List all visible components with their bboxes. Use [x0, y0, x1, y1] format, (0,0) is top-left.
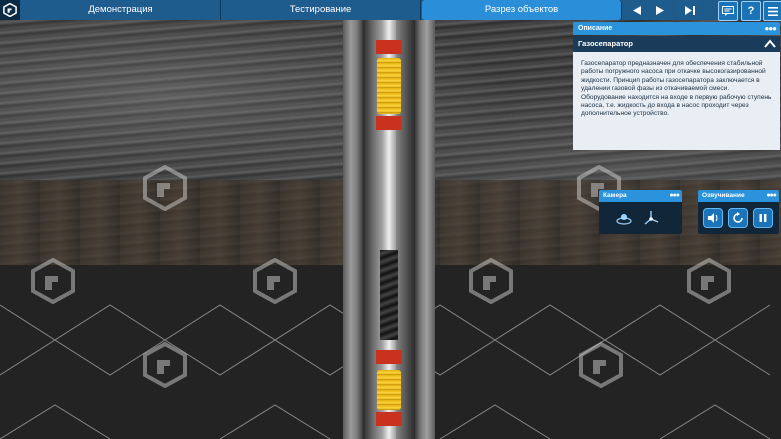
camera-panel-header: Камера ●●●: [599, 190, 682, 202]
sound-icon[interactable]: [703, 208, 723, 228]
watermark-logo-icon: [31, 258, 75, 304]
watermark-logo-icon: [469, 258, 513, 304]
orbit-camera-icon[interactable]: [614, 208, 634, 228]
tab-objects-section[interactable]: Разрез объектов: [422, 0, 622, 20]
prev-icon[interactable]: [625, 0, 649, 20]
axis-camera-icon[interactable]: [641, 208, 661, 228]
camera-panel-label: Камера: [603, 192, 627, 199]
last-icon[interactable]: [678, 0, 702, 20]
voice-panel-header: Озвучивание ●●●: [698, 190, 779, 202]
red-coupling: [376, 40, 402, 54]
more-options-icon[interactable]: ●●●: [765, 22, 777, 35]
watermark-logo-icon: [579, 342, 623, 388]
gas-separator-part[interactable]: [377, 370, 401, 410]
replay-icon[interactable]: [728, 208, 748, 228]
watermark-logo-icon: [143, 342, 187, 388]
tab-demonstration[interactable]: Демонстрация: [21, 0, 221, 20]
red-coupling: [376, 412, 402, 426]
more-options-icon[interactable]: ●●●: [669, 190, 680, 202]
description-title-bar[interactable]: Газосепаратор: [573, 36, 780, 52]
watermark-logo-icon: [687, 258, 731, 304]
more-options-icon[interactable]: ●●●: [766, 190, 777, 202]
description-panel-header[interactable]: Описание ●●●: [573, 22, 780, 35]
voice-panel: Озвучивание ●●●: [698, 190, 779, 234]
description-title: Газосепаратор: [578, 39, 633, 48]
description-text: Газосепаратор предназначен для обеспечен…: [573, 52, 780, 150]
red-coupling: [376, 116, 402, 130]
tab-testing[interactable]: Тестирование: [221, 0, 421, 20]
auger-coil: [380, 250, 398, 340]
description-header-label: Описание: [578, 25, 613, 32]
watermark-logo-icon: [253, 258, 297, 304]
subtitles-icon[interactable]: [718, 1, 738, 21]
watermark-logo-icon: [143, 165, 187, 211]
red-coupling: [376, 350, 402, 364]
voice-panel-label: Озвучивание: [702, 192, 745, 199]
app-logo-icon[interactable]: [0, 0, 20, 20]
collapse-chevron-icon[interactable]: [763, 37, 777, 51]
help-button[interactable]: ?: [741, 1, 761, 21]
pause-icon[interactable]: [753, 208, 773, 228]
gas-separator-part[interactable]: [377, 58, 401, 114]
next-icon[interactable]: [648, 0, 672, 20]
camera-panel: Камера ●●●: [599, 190, 682, 234]
menu-icon[interactable]: [763, 1, 781, 21]
top-bar: Демонстрация Тестирование Разрез объекто…: [0, 0, 781, 21]
